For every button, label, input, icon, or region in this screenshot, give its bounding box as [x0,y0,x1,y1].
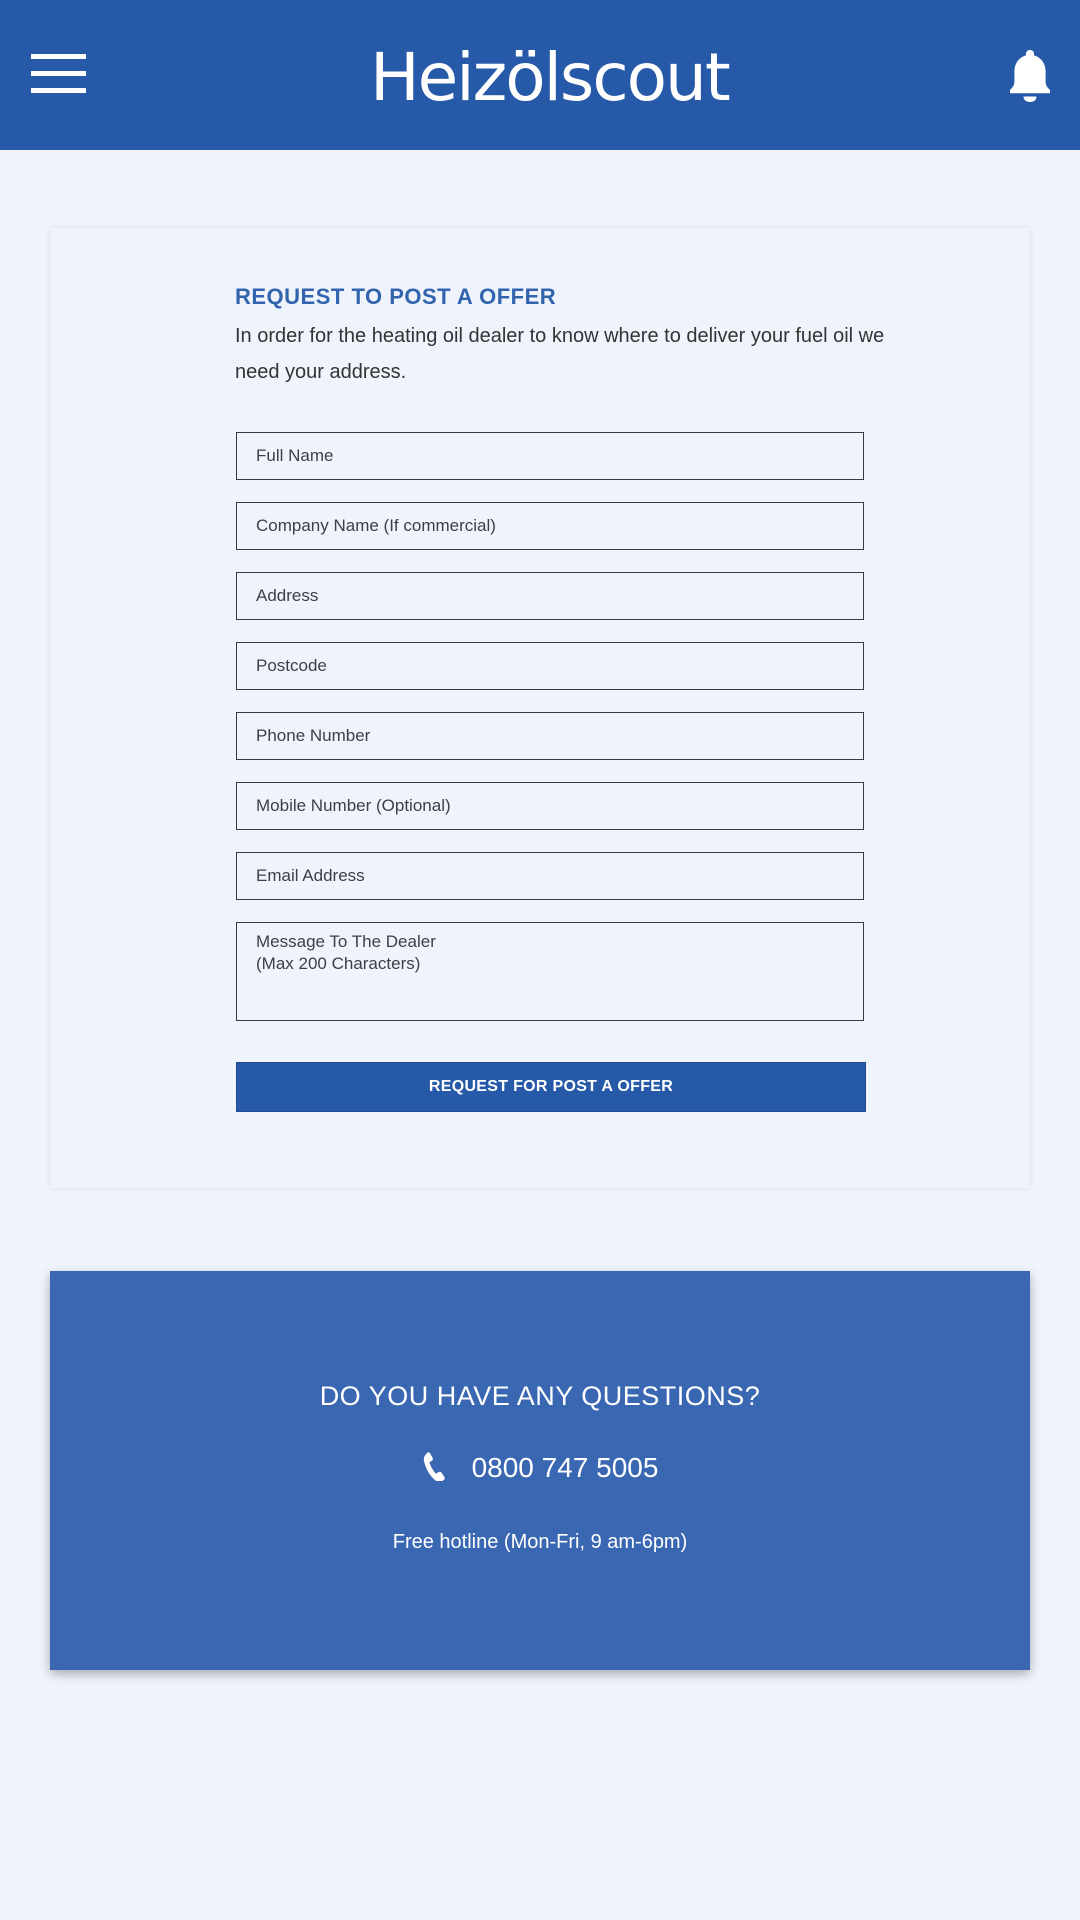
bell-icon[interactable] [1006,48,1054,102]
form-intro-text: In order for the heating oil dealer to k… [235,325,885,383]
hotline-hours-text: Free hotline (Mon-Fri, 9 am-6pm) [392,1531,688,1553]
phone-icon [423,1452,445,1481]
heizoelscout-logo[interactable]: Heizölscout [370,38,731,118]
full-name-input[interactable] [236,432,864,480]
top-app-bar: Heizölscout [0,0,1080,150]
address-input[interactable] [236,572,864,620]
message-to-dealer-textarea[interactable] [236,922,864,1021]
hotline-phone-row[interactable]: 0800 747 5005 [50,1451,1030,1484]
hotline-phone-number[interactable]: 0800 747 5005 [472,1452,659,1483]
mobile-number-input[interactable] [236,782,864,830]
questions-heading: DO YOU HAVE ANY QUESTIONS? [319,1381,761,1411]
request-offer-button[interactable]: REQUEST FOR POST A OFFER [236,1062,866,1112]
company-name-input[interactable] [236,502,864,550]
hamburger-menu-icon[interactable] [31,54,86,94]
contact-questions-panel: DO YOU HAVE ANY QUESTIONS? 0800 747 5005… [50,1271,1030,1670]
email-address-input[interactable] [236,852,864,900]
form-heading: REQUEST TO POST A OFFER [235,284,557,309]
postcode-input[interactable] [236,642,864,690]
phone-number-input[interactable] [236,712,864,760]
